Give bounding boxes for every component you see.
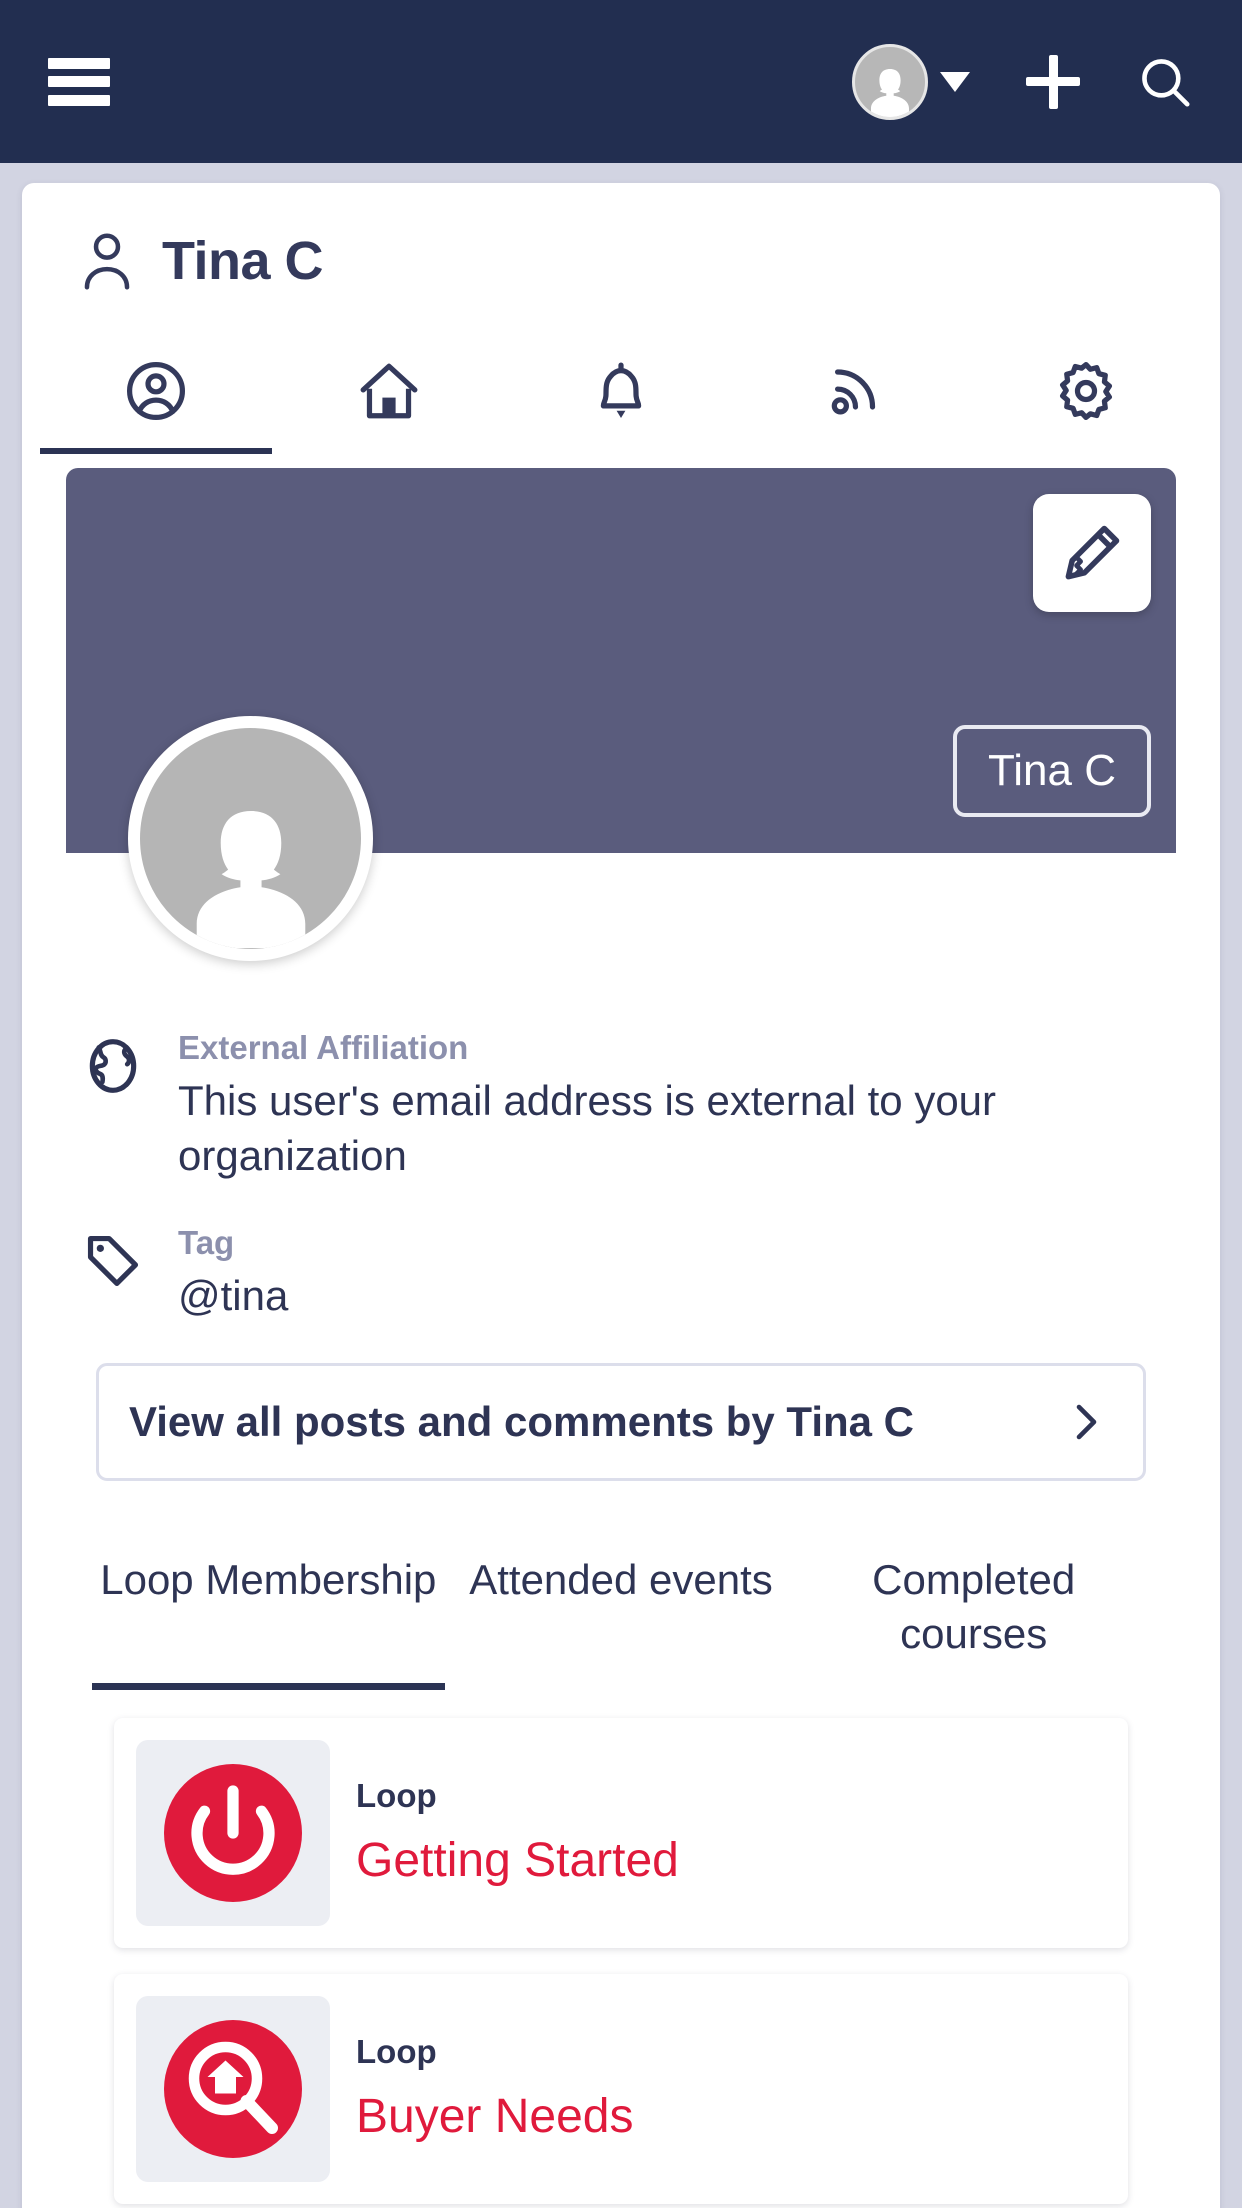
top-bar-actions (852, 43, 1194, 120)
tab-loop-membership[interactable]: Loop Membership (92, 1547, 445, 1690)
info-row-tag: Tag @tina (82, 1224, 1160, 1323)
info-label: External Affiliation (178, 1029, 469, 1066)
loop-icon-tile (136, 1739, 330, 1926)
chevron-right-icon (1076, 1405, 1097, 1440)
info-body: Tag @tina (178, 1224, 1160, 1323)
profile-card: Tina C Tina C External Affiliation This … (22, 183, 1220, 2208)
user-avatar-icon (852, 43, 928, 120)
banner-name-badge[interactable]: Tina C (953, 725, 1151, 817)
hamburger-bar (48, 76, 110, 87)
list-item[interactable]: Loop Buyer Needs (114, 1973, 1128, 2204)
app-top-bar (0, 0, 1242, 163)
person-outline-icon (84, 233, 130, 290)
home-icon (360, 363, 418, 419)
chevron-down-icon (940, 71, 970, 92)
account-menu-button[interactable] (852, 43, 970, 120)
tab-settings[interactable] (970, 334, 1202, 454)
house-search-icon (164, 2019, 302, 2158)
bell-icon (600, 362, 642, 418)
profile-banner-area: Tina C (22, 468, 1220, 961)
loop-meta: Loop Getting Started (356, 1777, 1106, 1888)
tab-notifications[interactable] (505, 334, 737, 454)
list-item[interactable]: Loop Getting Started (114, 1717, 1128, 1948)
tab-completed-courses[interactable]: Completed courses (797, 1547, 1150, 1690)
loop-title: Buyer Needs (356, 2090, 634, 2144)
loop-icon-tile (136, 1995, 330, 2182)
loop-kind-label: Loop (356, 2033, 437, 2071)
tab-attended-events[interactable]: Attended events (445, 1547, 798, 1690)
page-title: Tina C (22, 183, 1220, 292)
profile-content-tabs: Loop Membership Attended events Complete… (92, 1547, 1150, 1690)
page-body: Tina C Tina C External Affiliation This … (0, 163, 1242, 2208)
tab-profile[interactable] (40, 334, 273, 454)
avatar[interactable] (128, 716, 373, 961)
female-avatar-icon (196, 811, 305, 949)
plus-icon[interactable] (1026, 54, 1080, 109)
search-icon[interactable] (1136, 53, 1194, 111)
power-button-icon (164, 1763, 302, 1902)
info-row-external-affiliation: External Affiliation This user's email a… (82, 1029, 1160, 1184)
loop-title: Getting Started (356, 1834, 679, 1888)
info-body: External Affiliation This user's email a… (178, 1029, 1160, 1184)
tab-feed[interactable] (737, 334, 969, 454)
person-circle-icon (127, 361, 186, 421)
view-all-posts-button[interactable]: View all posts and comments by Tina C (96, 1363, 1146, 1482)
pencil-edit-icon (1065, 525, 1120, 580)
rss-feed-icon (832, 369, 876, 415)
globe-icon (82, 1029, 148, 1184)
info-label: Tag (178, 1223, 235, 1261)
loop-kind-label: Loop (356, 1777, 437, 1815)
info-value: @tina (178, 1271, 289, 1319)
info-value: This user's email address is external to… (178, 1077, 997, 1180)
loop-meta: Loop Buyer Needs (356, 2033, 1106, 2144)
profile-name: Tina C (162, 231, 324, 291)
hamburger-bar (48, 94, 110, 106)
tag-icon (82, 1224, 148, 1323)
hamburger-menu-icon[interactable] (48, 57, 110, 106)
tab-home[interactable] (272, 334, 504, 454)
profile-icon-tabs (22, 334, 1220, 454)
hamburger-bar (48, 57, 110, 69)
loop-membership-list: Loop Getting Started Loop Buyer Needs (22, 1690, 1220, 2204)
view-all-posts-label: View all posts and comments by Tina C (129, 1398, 914, 1446)
edit-profile-button[interactable] (1033, 494, 1151, 612)
gear-icon (1059, 361, 1112, 421)
profile-banner: Tina C (66, 468, 1176, 961)
